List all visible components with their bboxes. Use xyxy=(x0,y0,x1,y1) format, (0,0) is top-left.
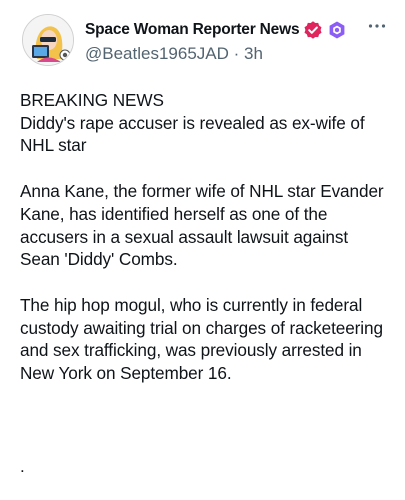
timestamp[interactable]: 3h xyxy=(244,44,263,63)
post-paragraph-2: Anna Kane, the former wife of NHL star E… xyxy=(20,181,384,270)
handle-row: @Beatles1965JAD · 3h xyxy=(85,44,365,64)
handle[interactable]: @Beatles1965JAD xyxy=(85,44,229,63)
post-paragraph-3: The hip hop mogul, who is currently in f… xyxy=(20,294,383,384)
post-subheadline: Diddy's rape accuser is revealed as ex-w… xyxy=(20,112,365,156)
post-trailing-text: . xyxy=(20,457,25,476)
separator: · xyxy=(233,44,240,63)
more-dots-icon xyxy=(368,24,386,28)
name-row: Space Woman Reporter News xyxy=(85,18,365,42)
display-name[interactable]: Space Woman Reporter News xyxy=(85,21,300,39)
post: Space Woman Reporter News @Beatles1965JA… xyxy=(0,0,405,500)
verified-check-icon xyxy=(303,20,323,40)
post-body: BREAKING NEWS Diddy's rape accuser is re… xyxy=(20,89,391,385)
post-headline: BREAKING NEWS xyxy=(20,90,164,110)
avatar[interactable] xyxy=(22,14,74,66)
avatar-image xyxy=(23,15,73,65)
more-button[interactable] xyxy=(363,16,391,36)
hexagon-badge-icon xyxy=(327,20,347,40)
post-header: Space Woman Reporter News @Beatles1965JA… xyxy=(85,18,365,64)
